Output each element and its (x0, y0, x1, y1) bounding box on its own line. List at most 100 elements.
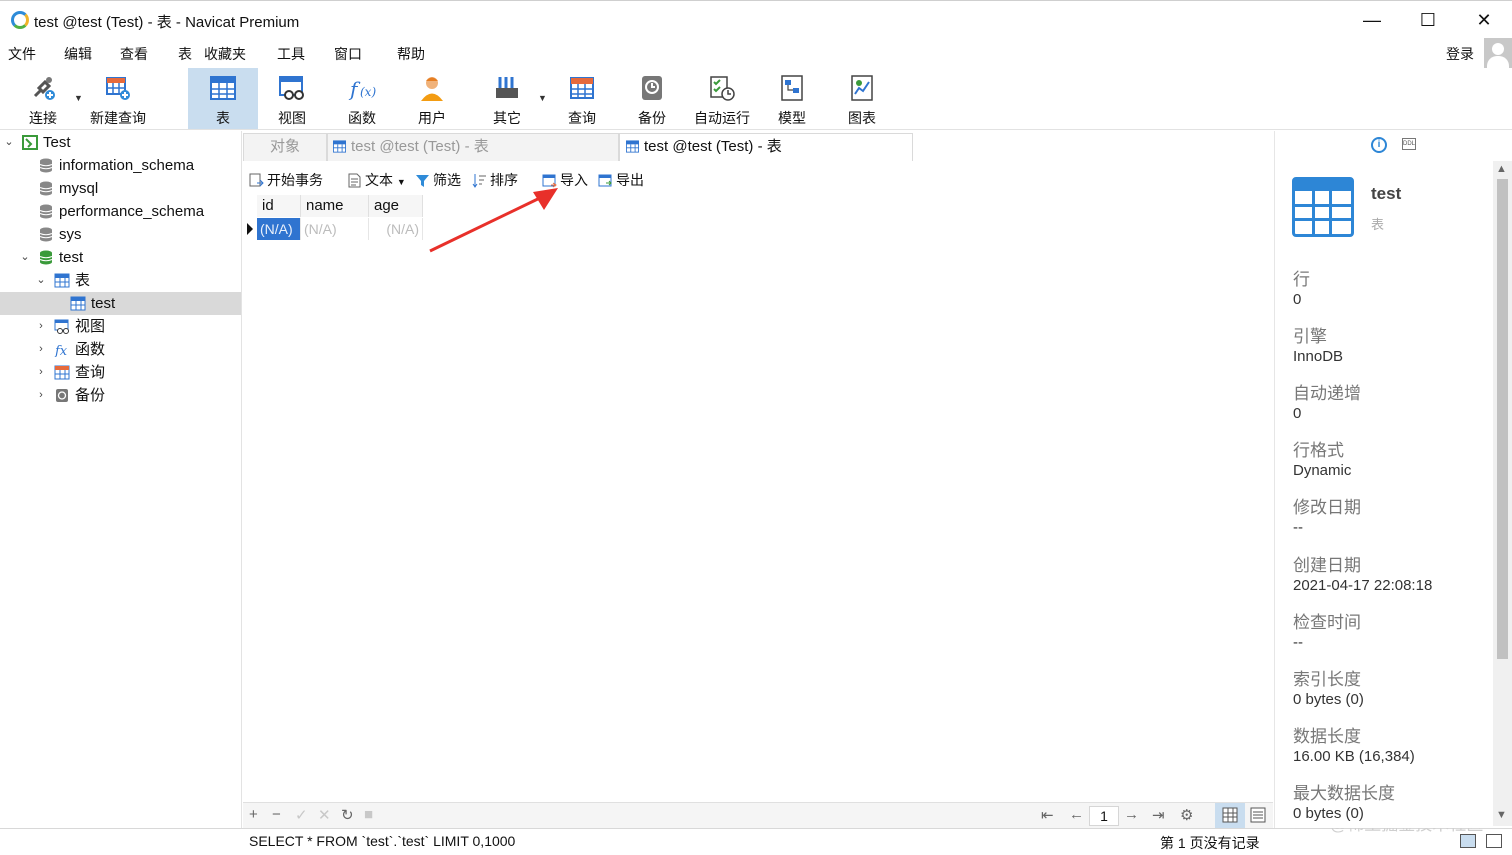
toolbar-chart-button[interactable]: 图表 (834, 68, 890, 129)
scroll-thumb[interactable] (1497, 179, 1508, 659)
prop-label-row-format: 行格式 (1293, 441, 1344, 460)
next-page-button[interactable]: → (1124, 806, 1139, 823)
toolbar-model-button[interactable]: 模型 (764, 68, 820, 129)
toolbar-function-button[interactable]: f (x) 函数 (334, 68, 390, 129)
tree-node-views[interactable]: › 视图 (0, 315, 241, 338)
tree-node-backups[interactable]: › 备份 (0, 384, 241, 407)
info-panel-scrollbar[interactable]: ▲ ▼ (1493, 161, 1512, 826)
tree-node-queries[interactable]: › 查询 (0, 361, 241, 384)
last-page-button[interactable]: ⇥ (1152, 806, 1165, 824)
delete-record-button[interactable]: − (272, 806, 281, 823)
toolbar-label: 自动运行 (694, 110, 750, 126)
info-tab-icon[interactable]: i (1371, 137, 1387, 153)
avatar-icon[interactable] (1484, 38, 1512, 68)
first-page-button[interactable]: ⇤ (1041, 806, 1054, 824)
tree-node-connection-test[interactable]: ⌄ Test (0, 131, 241, 154)
toolbar-label: 图表 (848, 110, 876, 126)
toolbar-label: 查询 (568, 110, 596, 126)
prop-label-created-date: 创建日期 (1293, 556, 1361, 575)
column-header-age[interactable]: age (369, 195, 423, 217)
text-button[interactable]: 文本 ▼ (347, 171, 406, 191)
begin-transaction-button[interactable]: 开始事务 (249, 171, 323, 191)
menu-favorites[interactable]: 收藏夹 (204, 44, 246, 64)
prev-page-button[interactable]: ← (1069, 806, 1084, 823)
export-icon (598, 174, 612, 187)
toolbar-others-button[interactable]: 其它 ▼ (478, 68, 547, 129)
chevron-right-icon[interactable]: › (35, 361, 47, 384)
document-icon (348, 173, 361, 188)
prop-value-data-length: 16.00 KB (16,384) (1293, 748, 1415, 765)
close-button[interactable]: ✕ (1464, 7, 1504, 33)
add-record-button[interactable]: + (249, 806, 258, 823)
toolbar-table-button[interactable]: 表 (188, 68, 258, 129)
refresh-button[interactable]: ↻ (341, 806, 354, 824)
tree-node-database[interactable]: sys (0, 223, 241, 246)
menu-edit[interactable]: 编辑 (64, 44, 92, 64)
prop-value-check-time: -- (1293, 634, 1303, 651)
apply-changes-button[interactable]: ✓ (295, 806, 308, 824)
stop-button[interactable]: ■ (364, 806, 373, 823)
tab-table-data[interactable]: test @test (Test) - 表 (619, 133, 913, 161)
scroll-down-arrow-icon[interactable]: ▼ (1496, 809, 1507, 821)
page-number-input[interactable]: 1 (1089, 806, 1119, 826)
column-header-id[interactable]: id (257, 195, 301, 217)
tree-node-functions[interactable]: › fx 函数 (0, 338, 241, 361)
toolbar-view-button[interactable]: 视图 (264, 68, 320, 129)
minimize-button[interactable]: — (1352, 7, 1392, 33)
menu-file[interactable]: 文件 (8, 44, 36, 64)
tree-node-table-test[interactable]: test (0, 292, 241, 315)
toolbar-label: 其它 (493, 110, 521, 126)
chevron-down-icon[interactable]: ⌄ (35, 269, 47, 292)
tree-node-database-test[interactable]: ⌄ test (0, 246, 241, 269)
table-cell[interactable]: (N/A) (369, 218, 423, 240)
tree-label: mysql (59, 180, 99, 197)
data-grid[interactable]: id name age (N/A) (N/A) (N/A) (246, 195, 1272, 800)
grid-view-button[interactable] (1215, 803, 1245, 828)
chevron-down-icon[interactable]: ⌄ (3, 131, 15, 154)
layout-right-panel-icon[interactable] (1486, 834, 1502, 848)
login-link[interactable]: 登录 (1446, 44, 1474, 64)
toolbar-backup-button[interactable]: 备份 (624, 68, 680, 129)
dropdown-arrow-icon[interactable]: ▼ (538, 93, 547, 103)
tree-label: 函数 (75, 341, 106, 358)
dropdown-arrow-icon[interactable]: ▼ (74, 93, 83, 103)
maximize-button[interactable]: ☐ (1408, 7, 1448, 33)
prop-label-max-data-length: 最大数据长度 (1293, 784, 1395, 803)
column-header-name[interactable]: name (301, 195, 369, 217)
layout-left-panel-icon[interactable] (1460, 834, 1476, 848)
export-button[interactable]: 导出 (598, 171, 644, 191)
tree-node-tables[interactable]: ⌄ 表 (0, 269, 241, 292)
table-large-icon (1292, 177, 1354, 237)
tree-node-database[interactable]: information_schema (0, 154, 241, 177)
menu-table[interactable]: 表 (178, 44, 192, 64)
object-info-panel: i DDL test 表 行 0 引擎 InnoDB 自动递增 0 行格式 Dy… (1274, 131, 1493, 828)
toolbar-label: 表 (216, 110, 230, 126)
chevron-right-icon[interactable]: › (35, 338, 47, 361)
scroll-up-arrow-icon[interactable]: ▲ (1496, 163, 1507, 175)
toolbar-new-query-button[interactable]: 新建查询 (86, 68, 150, 129)
menu-tools[interactable]: 工具 (277, 44, 305, 64)
menu-help[interactable]: 帮助 (397, 44, 425, 64)
chevron-right-icon[interactable]: › (35, 384, 47, 407)
chevron-right-icon[interactable]: › (35, 315, 47, 338)
table-cell[interactable]: (N/A) (257, 218, 301, 240)
settings-gear-icon[interactable]: ⚙ (1180, 806, 1193, 824)
tree-node-database[interactable]: mysql (0, 177, 241, 200)
toolbar-connection-button[interactable]: 连接 ▼ (14, 68, 83, 129)
ddl-tab-icon[interactable]: DDL (1402, 138, 1416, 150)
tab-objects[interactable]: 对象 (243, 133, 327, 161)
tree-node-database[interactable]: performance_schema (0, 200, 241, 223)
backup-icon (642, 76, 662, 100)
toolbar-query-button[interactable]: 查询 (554, 68, 610, 129)
tab-bar: 对象 test @test (Test) - 表 test @test (Tes… (243, 131, 1273, 161)
form-view-button[interactable] (1247, 803, 1269, 828)
menu-window[interactable]: 窗口 (334, 44, 362, 64)
toolbar-automation-button[interactable]: 自动运行 (690, 68, 754, 129)
discard-changes-button[interactable]: ✕ (318, 806, 331, 824)
toolbar-user-button[interactable]: 用户 (404, 68, 460, 129)
record-navigation-bar: + − ✓ ✕ ↻ ■ ⇤ ← 1 → ⇥ ⚙ (243, 802, 1273, 828)
tab-table-design[interactable]: test @test (Test) - 表 (327, 133, 619, 161)
chevron-down-icon[interactable]: ⌄ (19, 246, 31, 269)
menu-view[interactable]: 查看 (120, 44, 148, 64)
table-cell[interactable]: (N/A) (301, 218, 369, 240)
